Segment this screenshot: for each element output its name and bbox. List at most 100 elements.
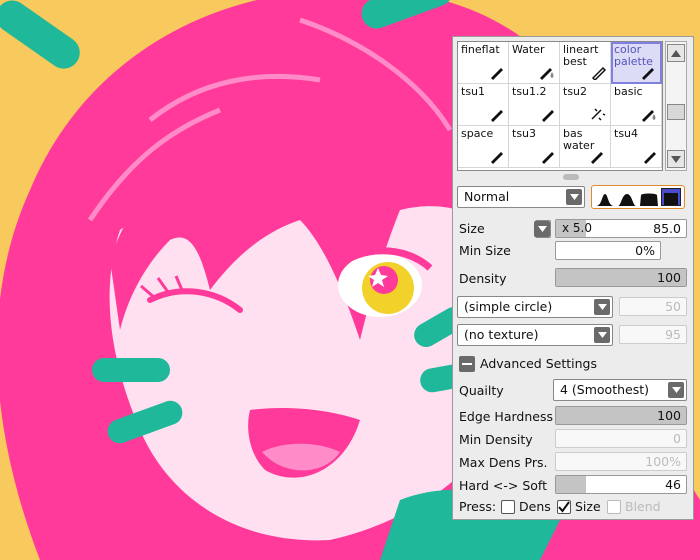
- medium-shape-icon: [618, 194, 636, 206]
- soft-shape-icon: [596, 194, 614, 206]
- size-range-select[interactable]: [534, 220, 551, 238]
- tool-tsu1-2[interactable]: tsu1.2: [509, 84, 560, 126]
- min-density-label: Min Density: [459, 432, 533, 447]
- resize-grip[interactable]: [563, 174, 579, 180]
- density-slider[interactable]: 100: [555, 268, 687, 287]
- tool-fineflat[interactable]: fineflat: [458, 42, 509, 84]
- press-blend-label: Blend: [625, 499, 661, 514]
- brush-settings-panel: fineflat Water lineart best color palett…: [452, 36, 694, 520]
- pen-icon: [644, 152, 656, 164]
- tool-label: basic: [614, 85, 643, 98]
- pen-icon: [542, 152, 554, 164]
- tool-tsu3[interactable]: tsu3: [509, 126, 560, 168]
- pen-icon: [542, 110, 554, 122]
- rounded-shape-icon: [640, 193, 658, 206]
- tool-grid-scrollbar[interactable]: [665, 41, 687, 171]
- pencil-icon: [591, 66, 607, 80]
- water-brush-icon: [642, 68, 654, 80]
- water-brush-icon: [540, 68, 554, 80]
- dropdown-arrow-icon: [534, 221, 550, 237]
- texture-amount-field[interactable]: 95: [619, 325, 687, 344]
- edge-hardness-label: Edge Hardness: [459, 409, 553, 424]
- tool-lineart-best[interactable]: lineart best: [560, 42, 611, 84]
- scroll-up-button[interactable]: [667, 44, 685, 62]
- tool-basic[interactable]: basic: [611, 84, 662, 126]
- tool-label: tsu1: [461, 85, 486, 98]
- texture-value: (no texture): [464, 327, 539, 342]
- max-dens-prs-value: 100%: [645, 454, 681, 469]
- size-label: Size: [459, 221, 485, 236]
- min-density-slider[interactable]: 0: [555, 429, 687, 448]
- tool-label: tsu4: [614, 127, 639, 140]
- collapse-advanced-button[interactable]: [459, 356, 475, 372]
- chevron-up-icon: [671, 49, 681, 57]
- pen-icon: [491, 68, 503, 80]
- tool-space[interactable]: space: [458, 126, 509, 168]
- dropdown-arrow-icon: [566, 189, 582, 205]
- checkmark-icon: [558, 501, 570, 513]
- shape-medium-button[interactable]: [617, 188, 637, 206]
- pen-icon: [491, 152, 503, 164]
- density-value: 100: [657, 270, 681, 285]
- press-dens-label: Dens: [519, 499, 551, 514]
- press-blend-checkbox[interactable]: [607, 500, 621, 514]
- tool-label: space: [461, 127, 494, 140]
- min-density-value: 0: [673, 431, 681, 446]
- max-dens-prs-label: Max Dens Prs.: [459, 455, 548, 470]
- quality-select[interactable]: 4 (Smoothest): [553, 379, 687, 401]
- quality-label: Quailty: [459, 383, 504, 398]
- water-brush-icon: [642, 110, 656, 122]
- brush-shape-value: (simple circle): [464, 299, 553, 314]
- pen-icon: [491, 110, 503, 122]
- dropdown-arrow-icon: [594, 299, 610, 315]
- tool-water[interactable]: Water: [509, 42, 560, 84]
- tool-tsu4[interactable]: tsu4: [611, 126, 662, 168]
- tool-bas-water[interactable]: bas water: [560, 126, 611, 168]
- tool-label: Water: [512, 43, 545, 56]
- min-size-label: Min Size: [459, 243, 511, 258]
- tool-label: fineflat: [461, 43, 500, 56]
- size-slider[interactable]: x 5.0 85.0: [555, 219, 687, 238]
- edge-hardness-slider[interactable]: 100: [555, 406, 687, 425]
- texture-select[interactable]: (no texture): [457, 324, 613, 346]
- advanced-settings-header[interactable]: Advanced Settings: [480, 356, 597, 371]
- min-size-field[interactable]: 0%: [555, 241, 661, 260]
- quality-value: 4 (Smoothest): [560, 382, 650, 397]
- teal-mark-1: [92, 358, 170, 382]
- hard-soft-value: 46: [665, 477, 681, 492]
- scroll-down-button[interactable]: [667, 150, 685, 168]
- shape-rounded-button[interactable]: [639, 188, 659, 206]
- edge-hardness-value: 100: [657, 408, 681, 423]
- dropdown-arrow-icon: [668, 382, 684, 398]
- blend-mode-value: Normal: [464, 189, 510, 204]
- density-label: Density: [459, 271, 507, 286]
- blend-mode-select[interactable]: Normal: [457, 186, 585, 208]
- brush-tool-grid: fineflat Water lineart best color palett…: [457, 41, 663, 171]
- size-value: 85.0: [653, 221, 681, 236]
- tool-color-palette[interactable]: color palette: [611, 42, 662, 84]
- dropdown-arrow-icon: [594, 327, 610, 343]
- hard-soft-label: Hard <-> Soft: [459, 478, 547, 493]
- scatter-brush-icon: [591, 108, 606, 121]
- tool-label: tsu2: [563, 85, 588, 98]
- press-dens-checkbox[interactable]: [501, 500, 515, 514]
- water-brush-icon: [591, 152, 603, 164]
- shape-amount-field[interactable]: 50: [619, 297, 687, 316]
- max-dens-prs-slider[interactable]: 100%: [555, 452, 687, 471]
- shape-hard-button[interactable]: [661, 188, 681, 206]
- size-multiplier: x 5.0: [562, 221, 592, 235]
- hard-shape-icon: [664, 193, 678, 205]
- press-label: Press:: [459, 499, 497, 514]
- press-size-label: Size: [575, 499, 601, 514]
- tool-label: tsu3: [512, 127, 537, 140]
- scroll-thumb[interactable]: [667, 104, 685, 120]
- tool-label: tsu1.2: [512, 85, 547, 98]
- brush-shape-selector: [591, 185, 685, 209]
- press-size-checkbox[interactable]: [557, 500, 571, 514]
- tool-tsu2[interactable]: tsu2: [560, 84, 611, 126]
- hard-soft-slider[interactable]: 46: [555, 475, 687, 494]
- brush-shape-select[interactable]: (simple circle): [457, 296, 613, 318]
- tool-tsu1[interactable]: tsu1: [458, 84, 509, 126]
- chevron-down-icon: [671, 155, 681, 163]
- shape-soft-button[interactable]: [595, 188, 615, 206]
